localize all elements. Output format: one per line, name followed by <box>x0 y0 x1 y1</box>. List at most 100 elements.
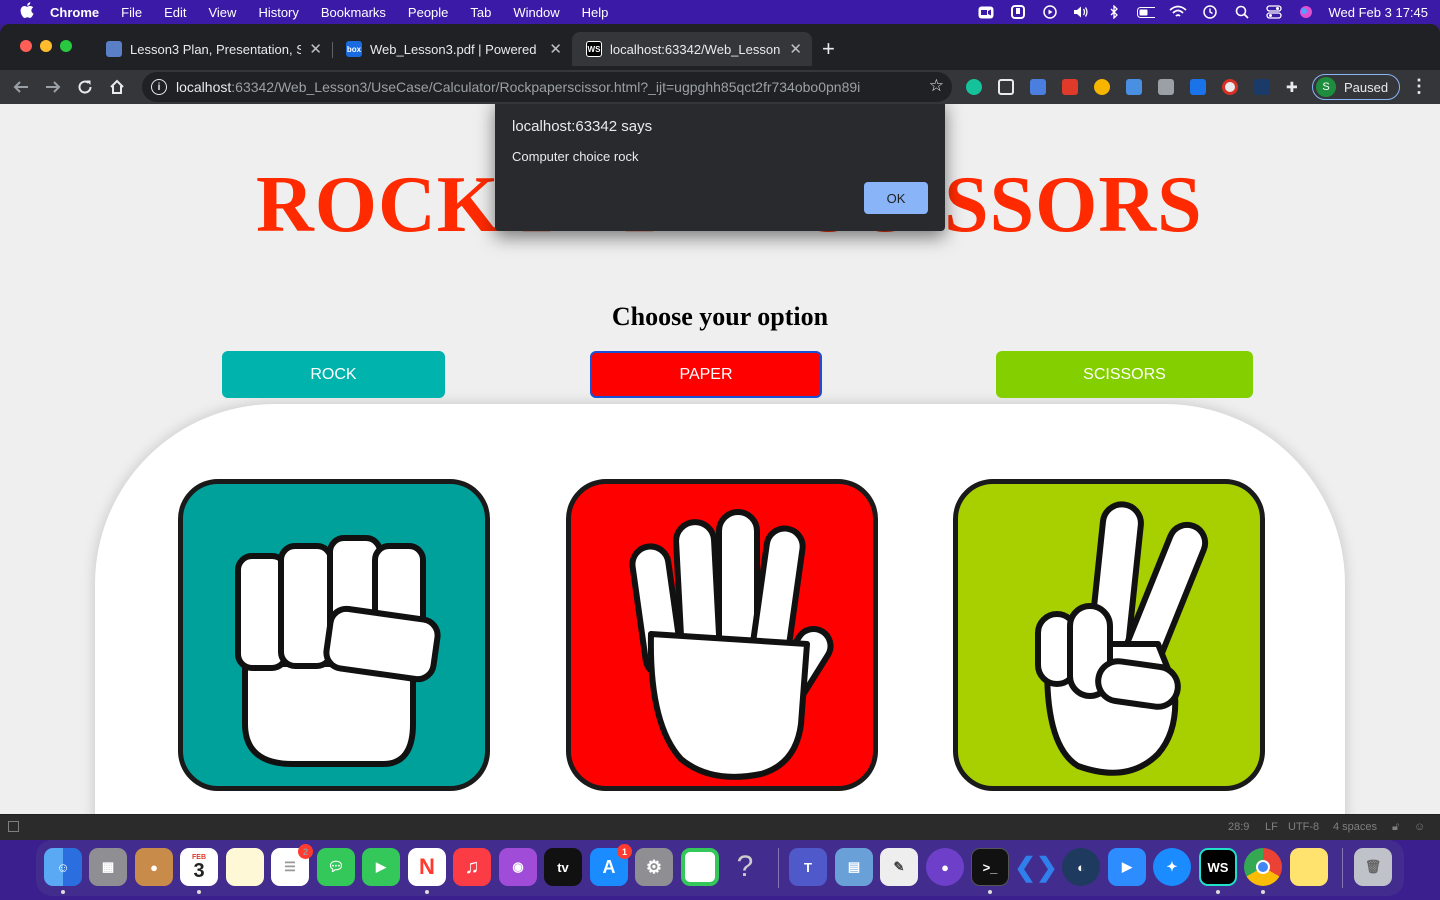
rock-card[interactable] <box>178 479 490 791</box>
more-menu-icon[interactable]: ⋮ <box>1410 76 1428 97</box>
siri-icon[interactable] <box>1297 5 1315 19</box>
menu-window[interactable]: Window <box>513 5 559 20</box>
menu-history[interactable]: History <box>258 5 298 20</box>
window-extension-icon[interactable] <box>998 79 1014 95</box>
app-store-icon[interactable]: A1 <box>590 844 632 886</box>
app-status-icon[interactable] <box>1009 5 1027 19</box>
indent-setting[interactable]: 4 spaces <box>1333 821 1377 833</box>
back-arrow-icon[interactable] <box>8 74 34 100</box>
color-extension-icon[interactable] <box>1094 79 1110 95</box>
zoom-status-icon[interactable] <box>977 5 995 19</box>
menu-people[interactable]: People <box>408 5 448 20</box>
unknown-app-icon[interactable]: ? <box>726 848 764 886</box>
quicktime-icon[interactable]: ◐ <box>1062 848 1100 886</box>
tab-web-lesson3-pdf[interactable]: box Web_Lesson3.pdf | Powered by ✕ <box>332 32 572 66</box>
safari-icon[interactable]: ✦ <box>1153 848 1191 886</box>
launchpad-icon[interactable]: ▦ <box>89 848 127 886</box>
stickies-icon[interactable] <box>1290 848 1328 886</box>
rock-button[interactable]: ROCK <box>222 351 445 398</box>
trash-icon[interactable]: 🗑︎ <box>1354 848 1392 886</box>
contacts-icon[interactable]: ● <box>135 848 173 886</box>
podcasts-icon[interactable]: ◉ <box>499 848 537 886</box>
spotlight-search-icon[interactable] <box>1233 5 1251 19</box>
extensions-puzzle-icon[interactable]: ✚ <box>1286 79 1302 95</box>
menu-bookmarks[interactable]: Bookmarks <box>321 5 386 20</box>
screen-extension-icon[interactable] <box>1254 79 1270 95</box>
menu-chrome[interactable]: Chrome <box>50 5 99 20</box>
note-extension-icon[interactable] <box>1190 79 1206 95</box>
preview-icon[interactable]: ▤ <box>835 848 873 886</box>
file-encoding[interactable]: UTF-8 <box>1288 821 1319 833</box>
news-icon[interactable]: N <box>408 848 446 886</box>
line-ending[interactable]: LF <box>1265 821 1278 833</box>
disk-utility-icon[interactable] <box>681 848 719 886</box>
box-favicon-icon: box <box>346 41 362 57</box>
cursor-position[interactable]: 28:9 <box>1228 821 1249 833</box>
lock-icon[interactable]: 🔓︎ <box>1392 821 1399 834</box>
pdf-extension-icon[interactable] <box>1062 79 1078 95</box>
music-icon[interactable]: ♫ <box>453 848 491 886</box>
tab-close-icon[interactable]: ✕ <box>789 40 802 58</box>
zoom-app-icon[interactable]: ▶ <box>1108 848 1146 886</box>
control-center-icon[interactable] <box>1265 5 1283 19</box>
facetime-icon[interactable]: ▶ <box>362 848 400 886</box>
forward-arrow-icon[interactable] <box>40 74 66 100</box>
ide-status-bar: 28:9 LF UTF-8 4 spaces 🔓︎ ☺︎ <box>0 815 1440 840</box>
time-machine-icon[interactable] <box>1201 5 1219 19</box>
text-edit-icon[interactable]: ✎ <box>880 848 918 886</box>
reload-icon[interactable] <box>72 74 98 100</box>
finder-icon[interactable]: ☺︎ <box>44 848 82 886</box>
tab-lesson3-plan[interactable]: Lesson3 Plan, Presentation, Sc ✕ <box>92 32 332 66</box>
close-window-button[interactable] <box>20 40 32 52</box>
translate-extension-icon[interactable] <box>1030 79 1046 95</box>
scissors-card[interactable] <box>953 479 1265 791</box>
minimize-window-button[interactable] <box>40 40 52 52</box>
profile-button[interactable]: S Paused <box>1312 74 1400 100</box>
vscode-icon[interactable]: ❮❯ <box>1014 848 1058 886</box>
apple-menu-icon[interactable] <box>20 2 40 22</box>
address-bar[interactable]: i localhost:63342/Web_Lesson3/UseCase/Ca… <box>142 72 952 102</box>
menu-help[interactable]: Help <box>582 5 609 20</box>
dock-separator <box>1342 848 1343 888</box>
bluetooth-icon[interactable] <box>1105 5 1123 19</box>
apple-tv-icon[interactable]: tv <box>544 848 582 886</box>
volume-icon[interactable] <box>1073 5 1091 19</box>
teams-icon[interactable]: T <box>789 848 827 886</box>
home-icon[interactable] <box>104 74 130 100</box>
bookmark-star-icon[interactable]: ☆ <box>929 76 944 96</box>
menu-tab[interactable]: Tab <box>470 5 491 20</box>
ide-layout-icon[interactable] <box>8 821 19 832</box>
lines-extension-icon[interactable] <box>1126 79 1142 95</box>
url-text[interactable]: localhost:63342/Web_Lesson3/UseCase/Calc… <box>176 79 916 95</box>
system-preferences-icon[interactable]: ⚙ <box>635 848 673 886</box>
messages-icon[interactable]: 💬︎ <box>317 848 355 886</box>
terminal-icon[interactable]: >_ <box>971 848 1009 886</box>
alert-ok-button[interactable]: OK <box>864 182 928 214</box>
zoom-window-button[interactable] <box>60 40 72 52</box>
menubar-clock[interactable]: Wed Feb 3 17:45 <box>1329 5 1429 20</box>
github-desktop-icon[interactable]: ● <box>926 848 964 886</box>
play-status-icon[interactable] <box>1041 5 1059 19</box>
tab-localhost-active[interactable]: WS localhost:63342/Web_Lesson3 ✕ <box>572 32 812 66</box>
site-info-icon[interactable]: i <box>151 79 167 95</box>
tab-close-icon[interactable]: ✕ <box>549 40 562 58</box>
wifi-icon[interactable] <box>1168 5 1187 19</box>
chrome-icon[interactable] <box>1244 848 1282 886</box>
paper-button[interactable]: PAPER <box>590 351 822 398</box>
battery-icon[interactable] <box>1136 5 1155 19</box>
scissors-button[interactable]: SCISSORS <box>996 351 1253 398</box>
inspector-icon[interactable]: ☺︎ <box>1414 821 1425 833</box>
paper-card[interactable] <box>566 479 878 791</box>
webstorm-icon[interactable]: WS <box>1199 848 1237 886</box>
font-extension-icon[interactable] <box>1158 79 1174 95</box>
record-extension-icon[interactable] <box>1222 79 1238 95</box>
new-tab-button[interactable]: + <box>822 36 835 62</box>
notes-icon[interactable] <box>226 848 264 886</box>
menu-view[interactable]: View <box>208 5 236 20</box>
tab-close-icon[interactable]: ✕ <box>309 40 322 58</box>
menu-edit[interactable]: Edit <box>164 5 186 20</box>
grammarly-extension-icon[interactable] <box>966 79 982 95</box>
menu-file[interactable]: File <box>121 5 142 20</box>
reminders-icon[interactable]: ☰ 2 <box>271 844 313 886</box>
calendar-icon[interactable]: FEB 3 <box>180 848 218 886</box>
